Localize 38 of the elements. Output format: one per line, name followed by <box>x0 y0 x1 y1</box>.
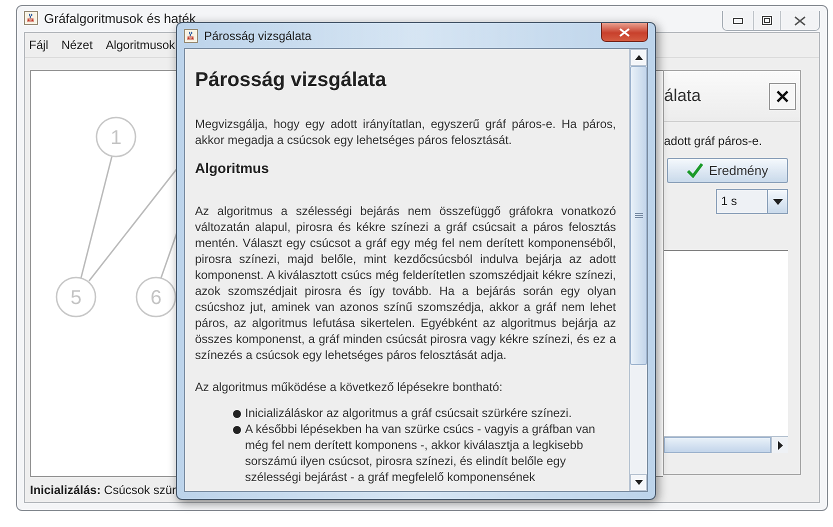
java-cup-icon <box>24 11 38 25</box>
close-icon <box>794 16 806 26</box>
down-arrow-icon <box>634 480 642 485</box>
help-heading: Párosság vizsgálata <box>195 69 388 92</box>
panel-description: adott gráf páros-e. <box>664 134 764 148</box>
up-arrow-icon <box>634 55 642 60</box>
graph-node: 6 <box>136 276 176 318</box>
java-cup-icon <box>184 28 198 42</box>
close-button[interactable] <box>601 23 648 42</box>
panel-title: álata <box>664 86 701 106</box>
close-icon <box>776 90 789 102</box>
horizontal-scrollbar[interactable] <box>664 436 788 453</box>
checkmark-icon <box>686 163 703 178</box>
bullet-icon <box>233 410 241 418</box>
algorithm-paragraph: Az algoritmus a szélességi bejárás nem összefüggő gráfokra vonatkozó változatán alapul, pirosra és kékre színezi a gráf csúcsait a páros felosztás mentén. Választ egy csúcsot a gráf egy még fel nem derített komponenséből, pirosra színezi, majd belőle, mint kezdőcsúcsból indulva bejárja az adott komponenst. A kiválasztott csúcs még felderítetlen szomszédjait kékre színezi, azok szomszédjait pirosra és így tovább. Ha a bejárás során egy olyan csúcshoz jut, aminek van azonos színű szomszédja, akkor a gráf nem lehet páros, az algoritmus lefutása sikertelen. Egyébként az algoritmus bejárja az összes komponenst, a gráf minden csúcsát pirosra vagy kékre színezi, és ez a színezés a csúcsok egy lehetséges páros felosztását adja. <box>195 203 616 363</box>
vertical-scrollbar[interactable] <box>629 49 647 491</box>
graph-node: 5 <box>56 276 96 318</box>
step-text: Inicializáláskor az algoritmus a gráf csúcsait szürkére színezi. <box>245 405 572 421</box>
result-button[interactable]: Eredmény <box>667 158 788 183</box>
menu-item[interactable]: Nézet <box>61 38 93 52</box>
close-button[interactable] <box>769 82 796 110</box>
caret-icon <box>772 198 782 204</box>
menu-item[interactable]: Fájl <box>29 38 48 52</box>
bullet-icon <box>233 426 241 434</box>
steps-intro: Az algoritmus működése a következő lépésekre bontható: <box>195 379 504 395</box>
dialog-title: Párosság vizsgálata <box>204 28 312 42</box>
maximize-icon <box>762 16 772 25</box>
minimize-icon <box>733 18 743 24</box>
intro-paragraph: Megvizsgálja, hogy egy adott irányítatlan, egyszerű gráf páros-e. Ha páros, akkor megadja a csúcsok egy lehetséges páros felosztását. <box>195 116 616 148</box>
graph-node: 1 <box>96 116 136 158</box>
right-arrow-icon <box>778 440 782 450</box>
close-icon <box>619 28 630 36</box>
status-text: Inicializálás: Csúcsok szür <box>30 482 176 496</box>
grip-icon <box>634 213 642 218</box>
speed-dropdown[interactable]: 1 s <box>716 189 788 214</box>
menu-item[interactable]: Algoritmusok <box>106 38 176 52</box>
step-text: A későbbi lépésekben ha van szürke csúcs - vagyis a gráfban van még fel nem derített komponens -, akkor kiválasztja a legkisebb sorszámú ilyen csúcsot, pirosra színezi, és elindít belőle egy szélességi bejárást - a gráf megfelelő komponensének <box>245 421 596 485</box>
section-heading: Algoritmus <box>195 160 270 176</box>
